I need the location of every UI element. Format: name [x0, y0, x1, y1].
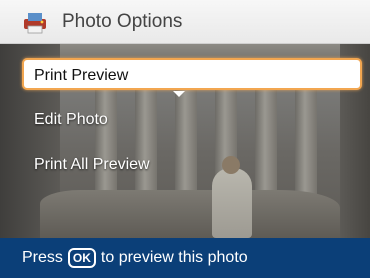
page-title: Photo Options: [62, 10, 183, 32]
status-bar: Press OK to preview this photo: [0, 238, 370, 278]
scroll-down-arrow-icon: [173, 91, 185, 97]
menu-item-print-all-preview[interactable]: Print All Preview: [22, 149, 150, 181]
title-bar: Photo Options: [0, 0, 370, 44]
status-message: to preview this photo: [100, 249, 248, 266]
printer-photo-icon: [22, 9, 48, 35]
photo-options-screen: Photo Options Print Preview Edit Photo P…: [0, 0, 370, 278]
menu-item-edit-photo[interactable]: Edit Photo: [22, 104, 108, 136]
menu-item-print-preview[interactable]: Print Preview: [22, 58, 362, 90]
ok-key-icon: OK: [67, 248, 96, 268]
status-prefix: Press: [22, 249, 63, 266]
